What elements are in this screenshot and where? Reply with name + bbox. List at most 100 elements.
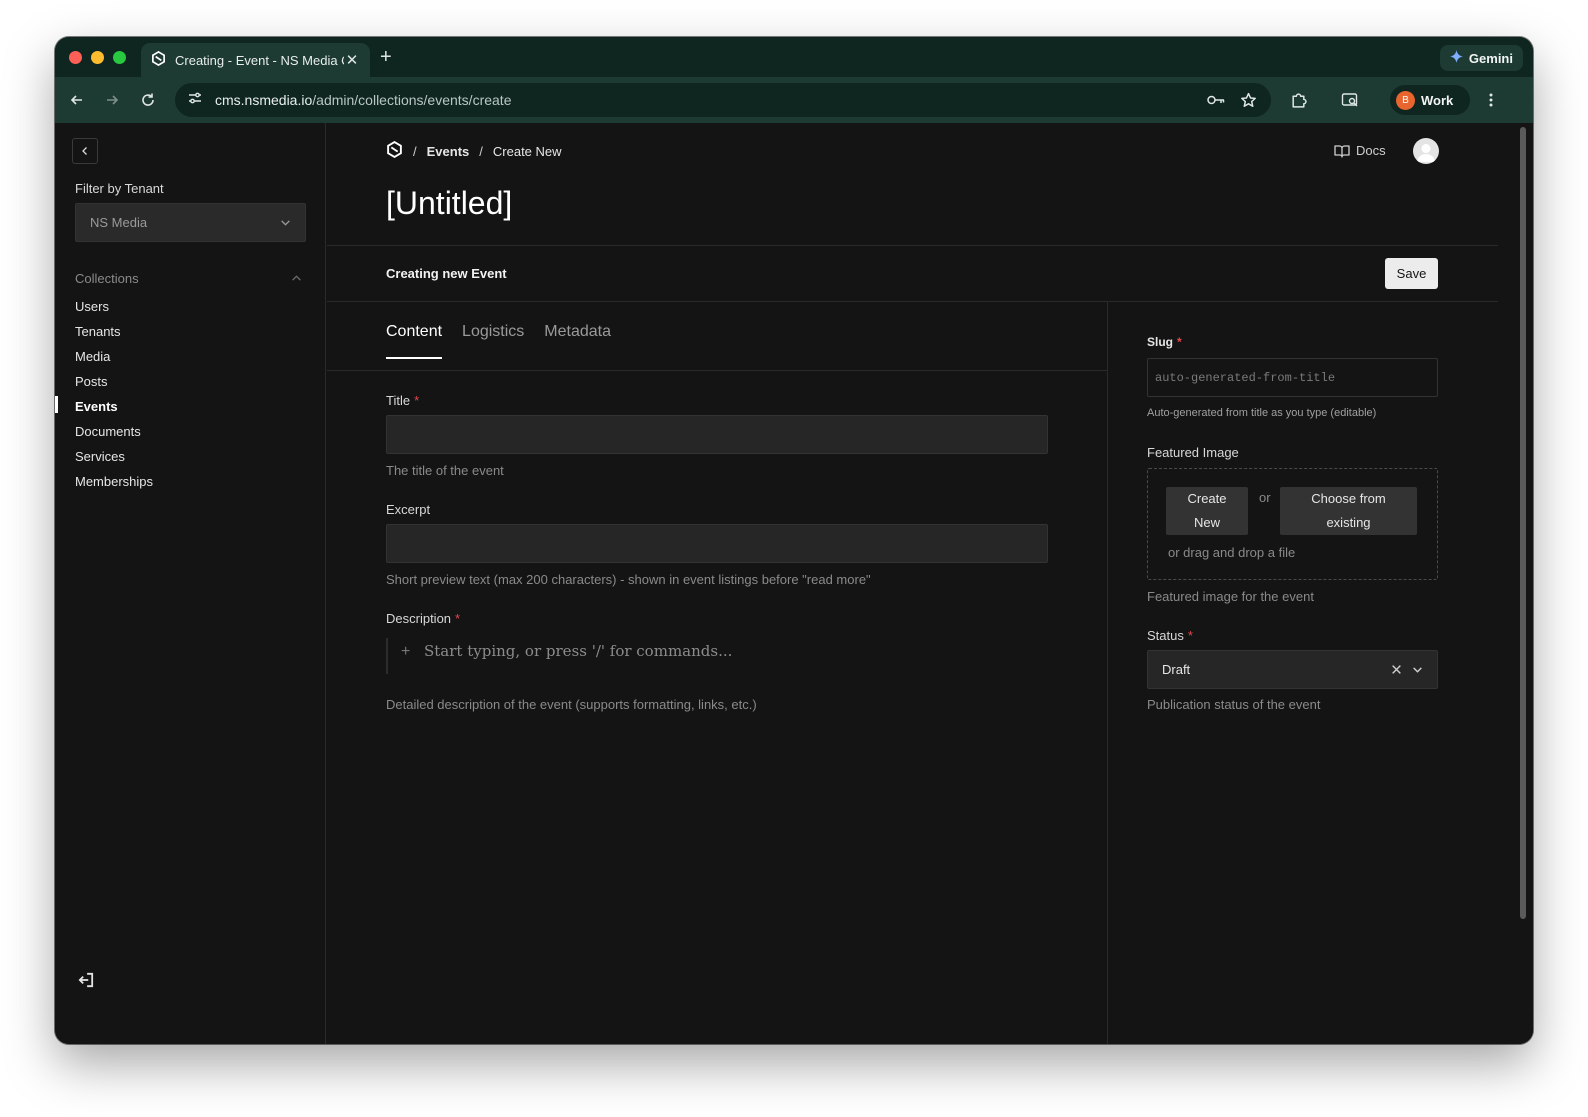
docs-link[interactable]: Docs	[1334, 143, 1386, 158]
description-help: Detailed description of the event (suppo…	[386, 697, 757, 712]
editor-gutter	[386, 638, 388, 674]
status-label-text: Status	[1147, 628, 1184, 643]
sidebar-item-media[interactable]: Media	[75, 348, 153, 373]
arrow-left-icon	[70, 95, 82, 105]
site-logo-icon	[151, 50, 166, 69]
tab-metadata[interactable]: Metadata	[544, 323, 611, 359]
slug-field-label: Slug *	[1147, 335, 1182, 349]
status-select[interactable]: Draft	[1147, 650, 1438, 689]
sidebar-item-events[interactable]: Events	[75, 398, 153, 423]
tenant-select[interactable]: NS Media	[75, 203, 306, 242]
scrollbar-thumb[interactable]	[1520, 127, 1526, 919]
breadcrumb-separator: /	[413, 143, 417, 159]
profile-button[interactable]: B Work	[1390, 85, 1470, 115]
choose-existing-image-button[interactable]: Choose from existing	[1280, 487, 1417, 535]
sidebar-item-users[interactable]: Users	[75, 298, 153, 323]
clear-x-icon[interactable]	[1391, 664, 1402, 675]
document-status-text: Creating new Event	[386, 266, 507, 281]
breadcrumb: / Events / Create New	[386, 140, 562, 161]
title-input[interactable]	[386, 415, 1048, 454]
tab-search-icon[interactable]	[1338, 88, 1362, 112]
slug-help: Auto-generated from title as you type (e…	[1147, 407, 1377, 419]
forward-button[interactable]	[100, 88, 124, 112]
gemini-sparkle-icon	[1449, 50, 1463, 66]
required-marker: *	[1177, 335, 1182, 349]
maximize-window-button[interactable]	[113, 51, 126, 64]
save-button[interactable]: Save	[1385, 258, 1438, 289]
filter-tenant-label: Filter by Tenant	[75, 181, 164, 196]
column-divider	[1107, 302, 1108, 1044]
gemini-button[interactable]: Gemini	[1439, 45, 1523, 71]
logout-button[interactable]	[75, 969, 97, 991]
content-tabs: Content Logistics Metadata	[386, 323, 611, 359]
password-key-icon[interactable]	[1204, 88, 1228, 112]
chevron-left-icon	[82, 147, 87, 155]
add-block-plus-icon[interactable]: +	[401, 643, 410, 661]
create-new-image-button[interactable]: Create New	[1166, 487, 1248, 535]
browser-window: Creating - Event - NS Media CMS ✕ + Gemi…	[55, 37, 1533, 1044]
main-panel: / Events / Create New Docs [Untitled] Cr…	[327, 123, 1498, 1044]
browser-tab[interactable]: Creating - Event - NS Media CMS ✕	[141, 43, 370, 77]
collapse-sidebar-button[interactable]	[72, 138, 98, 164]
sidebar-item-memberships[interactable]: Memberships	[75, 473, 153, 498]
reload-icon	[142, 93, 154, 106]
chevron-down-icon	[281, 220, 290, 226]
url-host: cms.nsmedia.io	[215, 92, 313, 108]
reload-button[interactable]	[136, 88, 160, 112]
tab-logistics[interactable]: Logistics	[462, 323, 524, 359]
browser-menu-icon[interactable]	[1479, 88, 1503, 112]
page-scrollbar[interactable]	[1498, 123, 1533, 1044]
dashboard-logo-icon[interactable]	[386, 140, 403, 161]
tab-content[interactable]: Content	[386, 323, 443, 359]
user-avatar[interactable]	[1413, 138, 1439, 164]
back-button[interactable]	[65, 88, 89, 112]
slug-label-text: Slug	[1147, 335, 1173, 349]
sidebar-item-posts[interactable]: Posts	[75, 373, 153, 398]
featured-image-help: Featured image for the event	[1147, 589, 1314, 604]
sidebar-item-documents[interactable]: Documents	[75, 423, 153, 448]
page-title: [Untitled]	[386, 185, 513, 221]
featured-image-dropzone[interactable]: Create New or Choose from existing or dr…	[1147, 468, 1438, 580]
address-bar[interactable]: cms.nsmedia.io/admin/collections/events/…	[175, 83, 1271, 117]
title-field-label: Title *	[386, 393, 419, 408]
tab-close-icon[interactable]: ✕	[344, 51, 360, 69]
extensions-puzzle-icon[interactable]	[1286, 88, 1310, 112]
gemini-label: Gemini	[1468, 50, 1513, 66]
profile-label: Work	[1421, 92, 1454, 108]
new-tab-button[interactable]: +	[380, 47, 392, 67]
required-marker: *	[455, 611, 461, 626]
collections-group-toggle[interactable]: Collections	[75, 271, 302, 286]
sidebar: Filter by Tenant NS Media Collections Us…	[55, 123, 326, 1044]
sidebar-item-tenants[interactable]: Tenants	[75, 323, 153, 348]
close-window-button[interactable]	[69, 51, 82, 64]
excerpt-field-label: Excerpt	[386, 502, 431, 517]
sidebar-item-services[interactable]: Services	[75, 448, 153, 473]
title-label-text: Title	[386, 393, 411, 408]
docs-label: Docs	[1356, 143, 1386, 158]
create-new-line1: Create	[1187, 491, 1227, 506]
breadcrumb-events-link[interactable]: Events	[427, 144, 470, 159]
or-separator: or	[1259, 490, 1271, 505]
tabs-divider	[327, 370, 1107, 371]
status-select-value: Draft	[1162, 662, 1191, 677]
chevron-down-icon[interactable]	[1412, 664, 1423, 675]
description-label-text: Description	[386, 611, 452, 626]
url-text: cms.nsmedia.io/admin/collections/events/…	[215, 92, 511, 108]
divider	[327, 245, 1498, 246]
collections-label: Collections	[75, 271, 139, 286]
required-marker: *	[414, 393, 420, 408]
page-content: Filter by Tenant NS Media Collections Us…	[55, 123, 1533, 1044]
book-open-icon	[1334, 144, 1350, 158]
tab-title: Creating - Event - NS Media CMS	[175, 52, 344, 68]
site-settings-icon[interactable]	[187, 90, 203, 111]
breadcrumb-current: Create New	[492, 143, 562, 159]
minimize-window-button[interactable]	[91, 51, 104, 64]
bookmark-star-icon[interactable]	[1236, 88, 1260, 112]
description-editor[interactable]: Start typing, or press '/' for commands.…	[424, 642, 732, 660]
slug-input[interactable]: auto-generated-from-title	[1147, 358, 1438, 397]
excerpt-input[interactable]	[386, 524, 1048, 563]
tenant-select-value: NS Media	[90, 215, 148, 230]
browser-toolbar: cms.nsmedia.io/admin/collections/events/…	[55, 77, 1533, 123]
browser-titlebar: Creating - Event - NS Media CMS ✕ + Gemi…	[55, 37, 1533, 77]
status-field-label: Status *	[1147, 628, 1193, 643]
